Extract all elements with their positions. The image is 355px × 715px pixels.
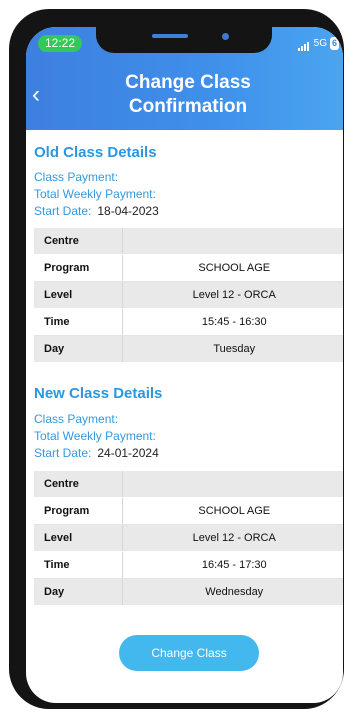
row-value: SCHOOL AGE — [122, 497, 343, 525]
row-key: Time — [34, 308, 123, 336]
row-key: Time — [34, 551, 123, 579]
row-key: Level — [34, 524, 123, 552]
start-date-value: 24-01-2024 — [97, 446, 159, 460]
speaker-bar — [152, 34, 188, 38]
status-time: 12:22 — [38, 35, 82, 52]
table-row: Time 16:45 - 17:30 — [34, 551, 343, 579]
back-chevron-icon[interactable]: ‹ — [32, 83, 52, 107]
row-key: Day — [34, 578, 123, 606]
start-date-label: Start Date: — [34, 204, 92, 218]
camera-dot — [222, 33, 229, 40]
new-class-table: Centre Program SCHOOL AGE Level Level 12 -… — [34, 471, 343, 606]
row-value: Wednesday — [122, 578, 343, 606]
new-start-date: Start Date: 24-01-2024 — [34, 446, 159, 461]
table-row: Level Level 12 - ORCA — [34, 524, 343, 552]
row-value: SCHOOL AGE — [122, 254, 343, 282]
new-total-weekly-label: Total Weekly Payment: — [34, 429, 156, 443]
row-key: Program — [34, 497, 123, 525]
row-key: Centre — [34, 471, 123, 498]
app-screen: 12:22 5G 6 ‹ Change Class Confirmation Ol… — [26, 27, 343, 703]
row-value: Level 12 - ORCA — [122, 281, 343, 309]
battery-icon: 6 — [329, 37, 339, 50]
table-row: Centre — [34, 228, 343, 255]
network-type: 5G — [313, 38, 327, 50]
old-class-table: Centre Program SCHOOL AGE Level Level 12 -… — [34, 228, 343, 363]
page-title: Change Class Confirmation — [125, 72, 251, 117]
row-key: Day — [34, 335, 123, 363]
table-row: Day Wednesday — [34, 578, 343, 606]
table-row: Program SCHOOL AGE — [34, 254, 343, 282]
row-value: 16:45 - 17:30 — [122, 551, 343, 579]
row-value — [122, 228, 343, 255]
old-class-title: Old Class Details — [34, 144, 157, 161]
row-key: Centre — [34, 228, 123, 255]
old-class-payment-label: Class Payment: — [34, 170, 119, 184]
new-class-payment-label: Class Payment: — [34, 412, 119, 426]
row-value: Tuesday — [122, 335, 343, 363]
table-row: Program SCHOOL AGE — [34, 497, 343, 525]
start-date-value: 18-04-2023 — [97, 204, 159, 218]
start-date-label: Start Date: — [34, 446, 92, 460]
new-class-title: New Class Details — [34, 385, 163, 402]
row-value: 15:45 - 16:30 — [122, 308, 343, 336]
old-start-date: Start Date: 18-04-2023 — [34, 204, 159, 219]
row-value — [122, 471, 343, 498]
app-header: 12:22 5G 6 ‹ Change Class Confirmation — [26, 27, 343, 130]
camera-notch — [96, 27, 272, 53]
signal-icon — [297, 36, 310, 51]
change-class-button[interactable]: Change Class — [119, 635, 259, 671]
old-total-weekly-label: Total Weekly Payment: — [34, 187, 156, 201]
row-value: Level 12 - ORCA — [122, 524, 343, 552]
table-row: Level Level 12 - ORCA — [34, 281, 343, 309]
table-row: Day Tuesday — [34, 335, 343, 363]
row-key: Level — [34, 281, 123, 309]
status-indicators: 5G 6 — [297, 36, 339, 51]
row-key: Program — [34, 254, 123, 282]
table-row: Time 15:45 - 16:30 — [34, 308, 343, 336]
table-row: Centre — [34, 471, 343, 498]
